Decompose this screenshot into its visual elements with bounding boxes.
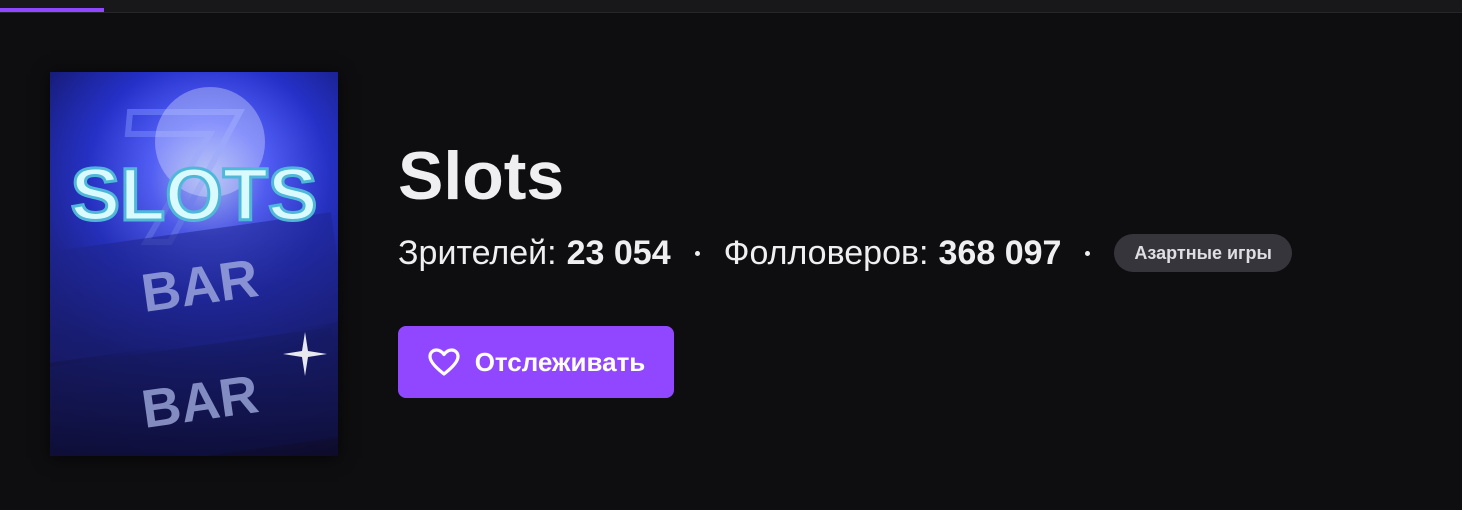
followers-count: 368 097 [938,233,1062,272]
page-title: Slots [398,138,565,214]
heart-icon [427,347,461,377]
category-cover-image[interactable]: SLOTS BAR BAR [50,72,338,456]
viewers-label: Зрителей: [398,233,557,272]
separator-dot [1085,250,1091,256]
cover-slots-text: SLOTS [71,153,318,236]
top-bar [0,0,1462,13]
follow-button-label: Отслеживать [474,346,646,377]
page-load-progress [0,8,104,12]
separator-dot [694,250,700,256]
category-tag[interactable]: Азартные игры [1114,234,1292,272]
cover-art: SLOTS BAR BAR [50,72,338,456]
viewers-count: 23 054 [566,233,671,272]
followers-label: Фолловеров: [723,233,929,272]
category-stats: Зрителей: 23 054 Фолловеров: 368 097 Аза… [398,232,1292,274]
follow-button[interactable]: Отслеживать [398,326,674,398]
